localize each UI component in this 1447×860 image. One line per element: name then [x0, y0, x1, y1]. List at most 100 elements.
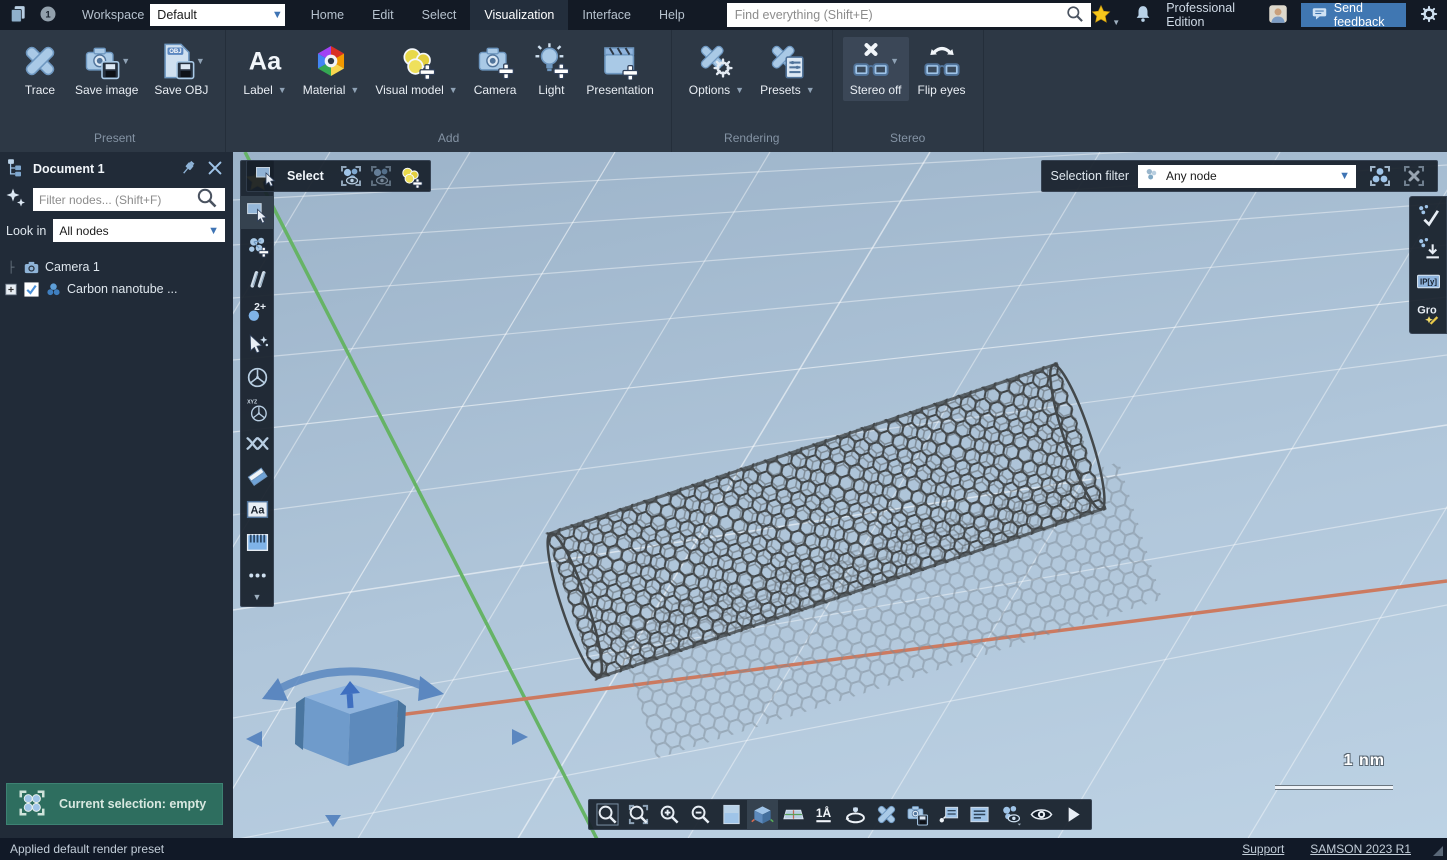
- orbit-camera-button[interactable]: [840, 800, 871, 829]
- expand-plus-icon[interactable]: [4, 281, 18, 298]
- add-atom-button[interactable]: [240, 229, 274, 262]
- presenter-icon: [968, 803, 991, 826]
- toolbar-overflow-chevron[interactable]: ▼: [253, 592, 262, 602]
- tree-node-camera-1[interactable]: ├Camera 1: [4, 256, 229, 278]
- favorites-star-button[interactable]: ▼: [1091, 4, 1120, 27]
- visibility-eye-button[interactable]: [1026, 800, 1057, 829]
- notifications-bell-button[interactable]: [1133, 4, 1153, 27]
- edit-toolbar: 2+ XYZ Aa ▼: [240, 160, 274, 607]
- edition-label: Professional Edition: [1166, 1, 1255, 29]
- save-obj-button[interactable]: OBJ▼Save OBJ: [147, 37, 215, 101]
- light-button[interactable]: Light: [525, 37, 577, 101]
- menu-edit[interactable]: Edit: [358, 0, 408, 30]
- export-download-tab[interactable]: [1409, 232, 1447, 265]
- material-button[interactable]: Material▼: [296, 37, 367, 101]
- pin-panel-icon: [178, 158, 198, 178]
- stereo-off-button[interactable]: ▼Stereo off: [843, 37, 909, 101]
- tree-node-carbon-nanotube[interactable]: Carbon nanotube ...: [4, 278, 229, 300]
- visual-model-button[interactable]: Visual model▼: [368, 37, 464, 101]
- document-panel-title: Document 1: [33, 162, 171, 176]
- pan-down-arrow[interactable]: [325, 815, 341, 827]
- filter-nodes-input[interactable]: [39, 193, 195, 207]
- text-label-button[interactable]: Aa: [240, 493, 274, 526]
- ribbon-group-rendering: Options▼Presets▼Rendering: [672, 30, 833, 152]
- look-in-dropdown[interactable]: All nodes ▼: [53, 219, 225, 242]
- trackball-button[interactable]: [240, 361, 274, 394]
- selection-hidden-button[interactable]: [366, 162, 396, 190]
- measure-button[interactable]: [240, 526, 274, 559]
- bond-tool-button[interactable]: [240, 262, 274, 295]
- ipython-tab[interactable]: IP[y]: [1409, 265, 1447, 298]
- eraser-button[interactable]: [240, 460, 274, 493]
- annotation-button[interactable]: [933, 800, 964, 829]
- menu-select[interactable]: Select: [408, 0, 471, 30]
- render-options-icon: [697, 42, 735, 80]
- selection-filter-label: Selection filter: [1050, 169, 1129, 183]
- send-feedback-button[interactable]: Send feedback: [1301, 3, 1406, 27]
- clear-selection-button[interactable]: [1399, 162, 1429, 190]
- look-in-value: All nodes: [59, 224, 108, 238]
- apply-check-tab[interactable]: [1409, 199, 1447, 232]
- gromacs-tab[interactable]: Gro: [1409, 298, 1447, 331]
- global-search[interactable]: [727, 3, 1092, 27]
- xyz-trackball-button[interactable]: XYZ: [240, 394, 274, 427]
- play-icon: [1061, 803, 1084, 826]
- zoom-in-button[interactable]: [654, 800, 685, 829]
- viewport-3d[interactable]: 2+XYZAa▼ Select Selection filter Any nod…: [233, 152, 1447, 838]
- menu-help[interactable]: Help: [645, 0, 699, 30]
- select-tool-button[interactable]: [240, 196, 274, 229]
- trace-button[interactable]: Trace: [14, 37, 66, 101]
- zoom-button[interactable]: [592, 800, 623, 829]
- selection-visible-button[interactable]: [336, 162, 366, 190]
- visibility-checkbox[interactable]: [23, 281, 40, 298]
- move-tool-button[interactable]: [240, 328, 274, 361]
- menu-visualization[interactable]: Visualization: [470, 0, 568, 30]
- close-panel-button[interactable]: [205, 158, 225, 181]
- badge-1-icon: 1: [38, 4, 58, 24]
- workspace-dropdown[interactable]: Default ▼: [150, 4, 284, 26]
- pan-left-arrow[interactable]: [246, 731, 262, 747]
- save-view-icon: [906, 803, 929, 826]
- pin-panel-button[interactable]: [178, 158, 198, 181]
- zoom-out-button[interactable]: [685, 800, 716, 829]
- send-feedback-label: Send feedback: [1334, 1, 1396, 29]
- presets-button[interactable]: Presets▼: [753, 37, 822, 101]
- presentation-button[interactable]: Presentation: [579, 37, 660, 101]
- select-matching-button[interactable]: [1365, 162, 1395, 190]
- zoom-selection-button[interactable]: [623, 800, 654, 829]
- play-button[interactable]: [1057, 800, 1088, 829]
- pan-right-arrow[interactable]: [512, 729, 528, 745]
- options-button[interactable]: Options▼: [682, 37, 751, 101]
- filter-nodes-box[interactable]: [33, 188, 225, 211]
- add-visual-model-button[interactable]: [396, 162, 426, 190]
- save-view-button[interactable]: [902, 800, 933, 829]
- rotate-right-arrow[interactable]: [418, 676, 444, 701]
- presenter-button[interactable]: [964, 800, 995, 829]
- navigation-cube[interactable]: [246, 671, 528, 827]
- camera-button[interactable]: Camera: [467, 37, 524, 101]
- twist-tool-button[interactable]: [240, 427, 274, 460]
- charge-tool-button[interactable]: 2+: [240, 295, 274, 328]
- search-input[interactable]: [735, 8, 1066, 22]
- fit-view-button[interactable]: [871, 800, 902, 829]
- avatar[interactable]: [1268, 4, 1288, 27]
- button-label: Save image: [75, 83, 138, 97]
- twist-tool-icon: [245, 431, 270, 456]
- ground-plane-button[interactable]: [778, 800, 809, 829]
- menu-interface[interactable]: Interface: [568, 0, 645, 30]
- save-image-button[interactable]: ▼Save image: [68, 37, 145, 101]
- settings-gear-button[interactable]: [1419, 4, 1439, 27]
- angstrom-scale-button[interactable]: 1Å: [809, 800, 840, 829]
- flip-eyes-button[interactable]: Flip eyes: [911, 37, 973, 101]
- support-link[interactable]: Support: [1242, 842, 1284, 856]
- status-message: Applied default render preset: [10, 842, 164, 856]
- selection-filter-dropdown[interactable]: Any node ▼: [1138, 165, 1356, 188]
- resize-grip[interactable]: [1433, 846, 1443, 856]
- view-plane-button[interactable]: [716, 800, 747, 829]
- menu-home[interactable]: Home: [297, 0, 358, 30]
- nav-cube-button[interactable]: [747, 800, 778, 829]
- label-button[interactable]: AaLabel▼: [236, 37, 293, 101]
- more-tools-button[interactable]: [240, 559, 274, 592]
- version-link[interactable]: SAMSON 2023 R1: [1310, 842, 1411, 856]
- selection-visibility-button[interactable]: [995, 800, 1026, 829]
